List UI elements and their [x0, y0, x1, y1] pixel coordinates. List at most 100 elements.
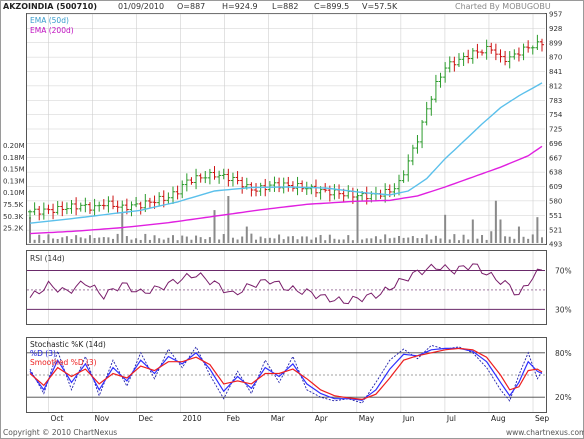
volume-bar — [84, 238, 87, 243]
volume-bar — [374, 236, 377, 243]
price-tick-label: 928 — [549, 25, 562, 33]
volume-bar — [125, 236, 128, 243]
volume-bar — [411, 236, 414, 243]
volume-bar — [310, 239, 313, 243]
volume-bar — [407, 237, 410, 243]
volume-bar — [287, 236, 290, 243]
volume-bar — [70, 239, 73, 243]
volume-bar — [467, 239, 470, 243]
price-tick-label: 870 — [549, 54, 562, 62]
price-tick-label: 812 — [549, 82, 562, 90]
volume-bar — [190, 239, 193, 243]
volume-bar — [351, 240, 354, 243]
volume-bar — [504, 236, 507, 243]
volume-bar — [434, 235, 437, 243]
volume-tick-label: 75.5K — [3, 201, 24, 209]
legend-stoch-d: %D (3) — [30, 349, 56, 358]
volume-bar — [112, 238, 115, 243]
month-tick-label: Sep — [535, 414, 549, 423]
volume-bar — [158, 238, 161, 243]
volume-bar — [517, 226, 520, 243]
price-tick-label: 667 — [549, 154, 562, 162]
price-tick-label: 551 — [549, 212, 562, 220]
volume-bar — [176, 240, 179, 243]
volume-bar — [365, 238, 368, 243]
price-tick-label: 638 — [549, 169, 562, 177]
brand-label: Charted By MOBUGOBU — [455, 2, 551, 11]
price-tick-label: 725 — [549, 126, 562, 134]
volume-bar — [291, 236, 294, 243]
volume-bar — [273, 238, 276, 243]
stoch-tick-label: 80% — [555, 349, 572, 358]
volume-bar — [457, 240, 460, 243]
volume-bar — [301, 236, 304, 243]
month-tick-label: Dec — [139, 414, 154, 423]
volume-bar — [444, 214, 447, 243]
volume-tick-label: 0.18M — [3, 154, 25, 162]
volume-bar — [278, 234, 281, 243]
volume-bar — [333, 238, 336, 243]
volume-bar — [116, 233, 119, 243]
volume-bar — [481, 234, 484, 243]
volume-bar — [536, 217, 539, 243]
volume-bar — [448, 239, 451, 243]
price-tick-label: 754 — [549, 111, 563, 119]
volume-bar — [130, 239, 133, 243]
volume-bar — [305, 236, 308, 243]
stock-chart: 493 521 551 580 609 638 667 696 725 754 783 812 841 8… — [0, 0, 584, 439]
volume-bar — [98, 237, 101, 243]
volume-bar — [42, 240, 45, 243]
volume-bar — [324, 240, 327, 243]
volume-bar — [361, 239, 364, 243]
price-tick-label: 521 — [549, 227, 562, 235]
volume-bar — [93, 238, 96, 243]
volume-tick-label: 0.20M — [3, 142, 25, 150]
volume-bar — [227, 196, 230, 243]
volume-tick-label: 0.10M — [3, 189, 25, 197]
price-tick-label: 841 — [549, 68, 562, 76]
legend-stoch-k: Stochastic %K (14d) — [30, 340, 106, 349]
volume-tick-label: 0.15M — [3, 166, 25, 174]
header-open: O=887 — [177, 2, 206, 11]
volume-bar — [314, 237, 317, 243]
volume-bar — [388, 238, 391, 243]
volume-bar — [153, 235, 156, 243]
volume-bar — [439, 238, 442, 243]
volume-bar — [79, 237, 82, 243]
volume-bar — [204, 239, 207, 243]
header-date: 01/09/2010 — [118, 2, 165, 11]
price-tick-label: 493 — [549, 241, 562, 249]
volume-bar — [430, 239, 433, 243]
volume-bar — [245, 226, 248, 243]
volume-bar — [56, 239, 59, 243]
volume-bar — [490, 231, 493, 243]
volume-bar — [402, 237, 405, 243]
volume-bar — [47, 234, 50, 243]
month-tick-label: 2010 — [183, 414, 202, 423]
volume-bar — [199, 237, 202, 243]
volume-tick-label: 25.2K — [3, 225, 24, 233]
volume-bar — [148, 239, 151, 243]
price-tick-label: 580 — [549, 197, 562, 205]
volume-bar — [282, 239, 285, 243]
volume-bar — [416, 238, 419, 243]
legend-stoch-smooth: Smoothed %D (3) — [30, 358, 97, 367]
volume-tick-label: 50.3K — [3, 213, 24, 221]
volume-bar — [241, 236, 244, 243]
volume-bar — [75, 235, 78, 243]
volume-bar — [222, 234, 225, 243]
header-close: C=899.5 — [314, 2, 350, 11]
month-tick-label: Mar — [271, 414, 286, 423]
header-volume: V=57.5K — [362, 2, 398, 11]
volume-bar — [384, 234, 387, 243]
volume-bar — [425, 234, 428, 243]
volume-bar — [144, 233, 147, 243]
volume-bar — [250, 233, 253, 243]
volume-bar — [328, 234, 331, 243]
volume-bar — [398, 236, 401, 243]
price-tick-label: 783 — [549, 97, 562, 105]
volume-bar — [531, 234, 534, 243]
volume-bar — [471, 219, 474, 243]
month-tick-label: Feb — [227, 414, 241, 423]
volume-bar — [52, 238, 55, 243]
